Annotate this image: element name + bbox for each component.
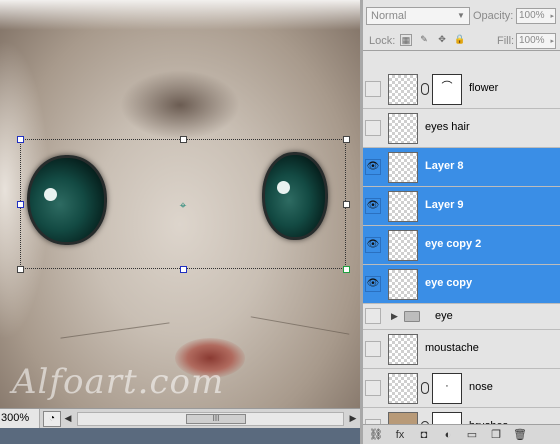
layer-thumbnail [388,74,418,105]
eye-icon[interactable]: 👁 [365,198,381,214]
folder-icon [404,311,420,322]
layer-mask-thumbnail[interactable] [432,412,462,424]
layer-thumbnail [388,269,418,300]
layer-thumbnail [388,230,418,261]
eye-icon[interactable]: 👁 [365,237,381,253]
fill-field[interactable]: 100% ▸ [516,33,556,49]
horizontal-scrollbar[interactable]: III [77,411,344,426]
layer-row[interactable]: · nose [363,369,560,408]
opacity-value: 100% [519,10,545,21]
layer-name[interactable]: Layer 9 [425,199,464,211]
expand-triangle-icon[interactable]: ▶ [391,311,398,322]
layer-row[interactable]: 👁 eye copy [363,265,560,304]
document-canvas[interactable]: Alfoart.com ⌖ [0,0,360,408]
blend-mode-select[interactable]: Normal ▼ [366,7,470,25]
layer-thumbnail [388,191,418,222]
layer-name[interactable]: nose [469,381,493,393]
mask-link-icon[interactable] [421,382,429,394]
layer-row[interactable]: 👁 Layer 9 [363,187,560,226]
image-fur-top [0,0,360,30]
layer-row[interactable]: ⌒ flower [363,70,560,109]
layer-list[interactable]: ⌒ flower eyes hair 👁 Layer 8 👁 Layer 9 👁… [363,50,560,424]
layers-panel: Normal ▼ Opacity: 100% ▸ Lock: ▦ ✎ ✥ 🔒 F… [363,0,560,444]
layer-thumbnail [388,334,418,365]
layer-thumbnail [388,152,418,183]
scroll-left-icon[interactable]: ◀ [61,413,75,424]
whisker [60,322,170,339]
image-fur-dark-patch [120,70,240,140]
lock-transparency-icon[interactable]: ▦ [400,34,412,46]
layer-name[interactable]: flower [469,82,498,94]
lock-all-icon[interactable]: 🔒 [454,34,466,46]
trash-icon[interactable]: 🗑 [513,428,527,441]
zoom-level[interactable]: 300% [0,409,40,428]
eye-icon[interactable]: 👁 [365,276,381,292]
transform-center-point-icon[interactable]: ⌖ [177,199,189,211]
transform-handle-top[interactable] [180,136,187,143]
layer-mask-thumbnail[interactable]: · [432,373,462,404]
layer-row[interactable]: eyes hair [363,109,560,148]
visibility-toggle[interactable] [365,380,381,396]
layer-row[interactable]: 👁 Layer 8 [363,148,560,187]
layer-row[interactable]: 👁 eye copy 2 [363,226,560,265]
layer-row[interactable]: moustache [363,330,560,369]
layer-name[interactable]: Layer 8 [425,160,464,172]
watermark-text: Alfoart.com [12,362,225,402]
lock-label: Lock: [369,35,396,47]
mask-icon[interactable]: ◘ [417,429,431,441]
layer-group-row[interactable]: ▶ eye [363,304,560,330]
transform-handle-bottom[interactable] [180,266,187,273]
adjustment-icon[interactable]: ◐ [441,429,455,441]
visibility-toggle[interactable] [365,341,381,357]
transform-handle-left[interactable] [17,201,24,208]
new-layer-icon[interactable]: ❐ [489,428,503,441]
opacity-label: Opacity: [473,10,514,22]
transform-handle-bottom-left[interactable] [17,266,24,273]
transform-handle-right[interactable] [343,201,350,208]
transform-handle-top-right[interactable] [343,136,350,143]
layer-name[interactable]: eyes hair [425,121,470,133]
link-icon[interactable]: ⛓ [369,428,383,441]
opacity-field[interactable]: 100% ▸ [516,8,556,24]
layer-name[interactable]: eye copy [425,277,472,289]
taskbar-strip [0,428,360,444]
layer-name[interactable]: moustache [425,342,479,354]
chevron-down-icon: ▼ [457,11,465,20]
layer-name[interactable]: eye copy 2 [425,238,481,250]
blend-mode-value: Normal [371,10,407,22]
chevron-right-icon: ▸ [550,13,554,20]
status-menu-icon[interactable]: ◔ [43,410,61,427]
layer-mask-thumbnail[interactable]: ⌒ [432,74,462,105]
visibility-toggle[interactable] [365,120,381,136]
lock-row: Lock: ▦ ✎ ✥ 🔒 Fill: 100% ▸ [363,31,560,51]
layer-thumbnail [388,412,418,424]
status-bar: 300% ◔ ◀ III ▶ [0,408,360,428]
visibility-toggle[interactable] [365,81,381,97]
transform-handle-top-left[interactable] [17,136,24,143]
fx-icon[interactable]: fx [393,429,407,441]
transform-handle-bottom-right[interactable] [343,266,350,273]
fill-label: Fill: [497,35,515,47]
layers-panel-footer: ⛓ fx ◘ ◐ ▭ ❐ 🗑 [363,424,560,444]
lock-pixels-icon[interactable]: ✎ [418,34,430,46]
chevron-right-icon: ▸ [550,38,554,45]
mask-link-icon[interactable] [421,83,429,95]
eye-icon[interactable]: 👁 [365,159,381,175]
scroll-right-icon[interactable]: ▶ [346,413,360,424]
whisker [250,316,350,335]
layer-name[interactable]: eye [435,310,453,322]
layer-thumbnail [388,113,418,144]
fill-value: 100% [519,35,545,46]
visibility-toggle[interactable] [365,308,381,324]
scrollbar-thumb[interactable]: III [186,413,246,424]
layer-row[interactable]: brushes [363,408,560,424]
lock-position-icon[interactable]: ✥ [436,34,448,46]
group-icon[interactable]: ▭ [465,428,479,441]
layers-options-row: Normal ▼ Opacity: 100% ▸ [363,4,560,26]
layer-thumbnail [388,373,418,404]
